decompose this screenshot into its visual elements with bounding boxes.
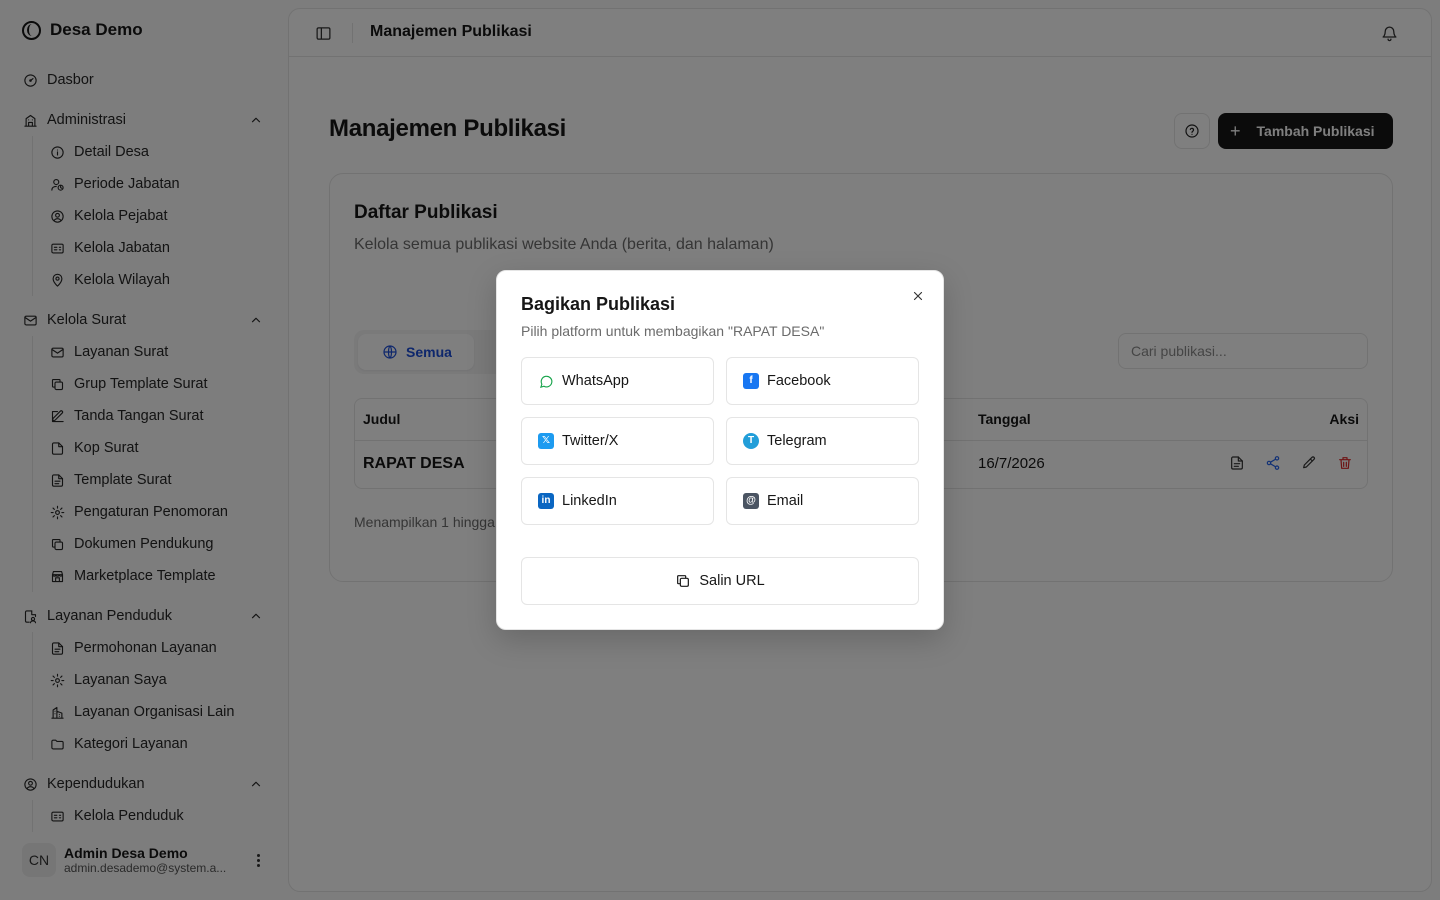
dialog-title: Bagikan Publikasi [521, 294, 676, 314]
share-facebook-button[interactable]: f Facebook [726, 357, 919, 405]
linkedin-icon: in [538, 493, 554, 509]
share-twitter-label: Twitter/X [562, 433, 619, 449]
share-telegram-button[interactable]: T Telegram [726, 417, 919, 465]
copy-url-button[interactable]: Salin URL [521, 557, 919, 605]
share-twitter-button[interactable]: 𝕏 Twitter/X [521, 417, 714, 465]
dialog-description: Pilih platform untuk membagikan "RAPAT D… [521, 323, 825, 339]
share-facebook-label: Facebook [767, 373, 831, 389]
twitter-x-icon: 𝕏 [538, 433, 554, 449]
share-telegram-label: Telegram [767, 433, 827, 449]
share-email-label: Email [767, 493, 804, 509]
share-whatsapp-button[interactable]: WhatsApp [521, 357, 714, 405]
share-email-button[interactable]: @ Email [726, 477, 919, 525]
share-linkedin-button[interactable]: in LinkedIn [521, 477, 714, 525]
telegram-icon: T [743, 433, 759, 449]
email-at-icon: @ [743, 493, 759, 509]
whatsapp-icon [538, 373, 554, 389]
copy-url-label: Salin URL [699, 573, 765, 589]
share-dialog: Bagikan Publikasi Pilih platform untuk m… [496, 270, 944, 630]
share-whatsapp-label: WhatsApp [562, 373, 629, 389]
copy-icon [677, 575, 690, 587]
close-icon[interactable] [909, 287, 927, 305]
facebook-icon: f [743, 373, 759, 389]
share-linkedin-label: LinkedIn [562, 493, 617, 509]
